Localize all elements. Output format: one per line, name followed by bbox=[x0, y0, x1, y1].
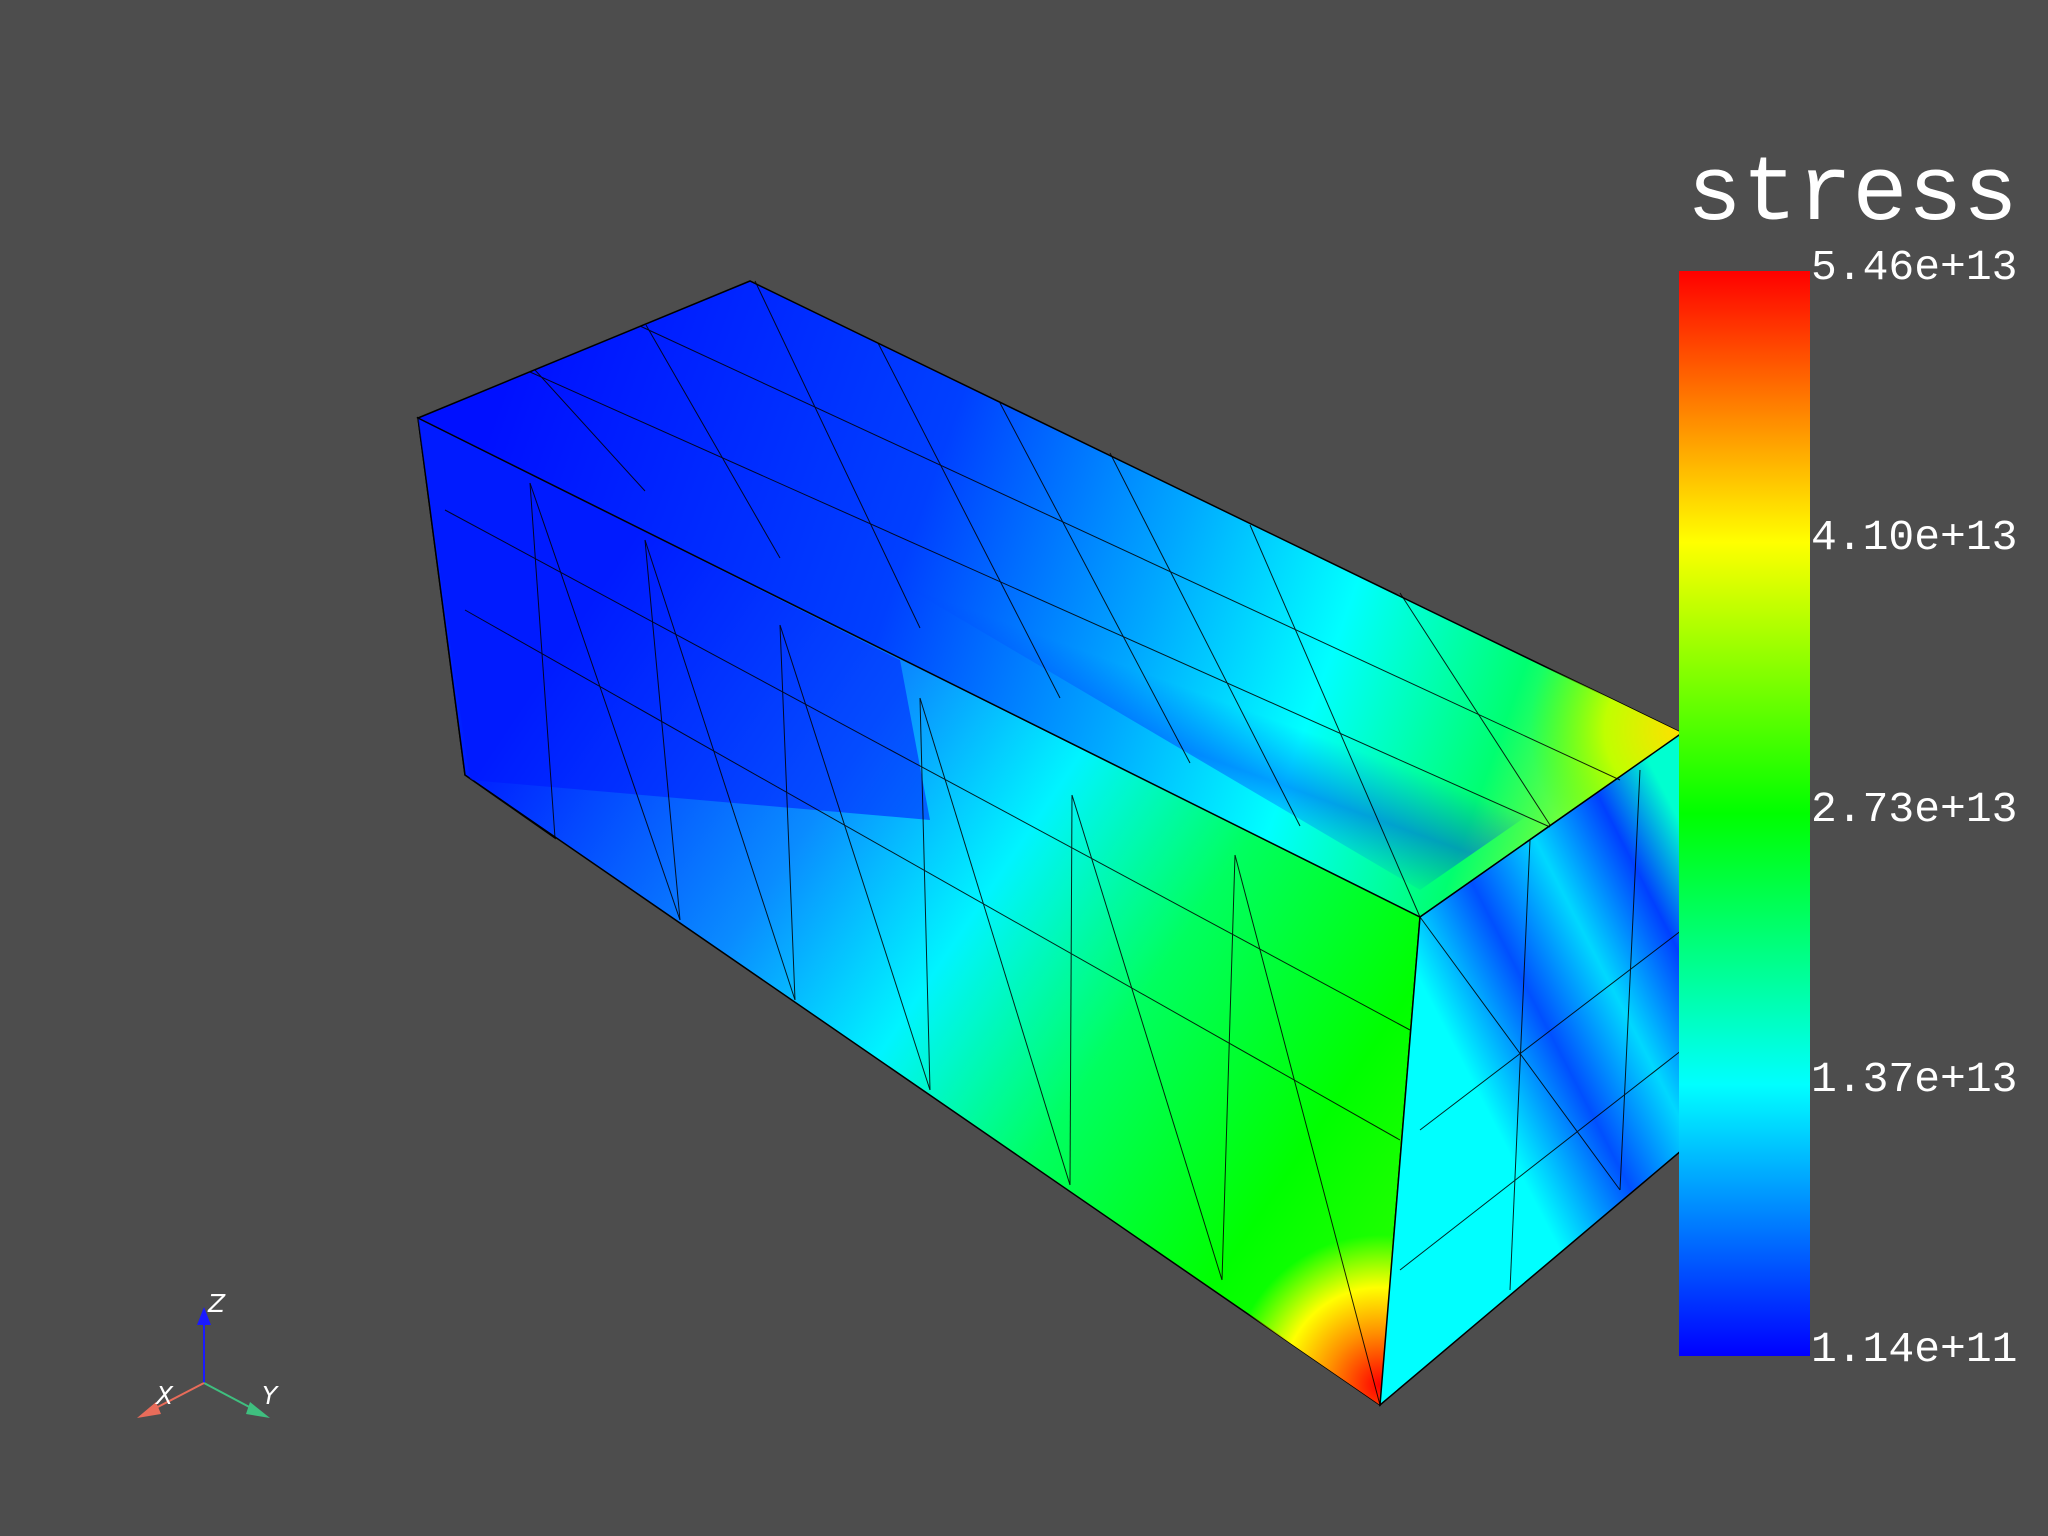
orientation-axes-widget[interactable]: Z Y X bbox=[137, 1289, 279, 1418]
z-axis-label: Z bbox=[207, 1289, 226, 1318]
scalar-bar-label-4: 1.37e+13 bbox=[1811, 1055, 2018, 1104]
scalar-bar-label-min: 1.14e+11 bbox=[1811, 1325, 2018, 1374]
scalar-bar-title: stress bbox=[1686, 142, 2018, 247]
y-axis-label: Y bbox=[262, 1381, 279, 1410]
scalar-bar-gradient bbox=[1679, 271, 1810, 1356]
scalar-bar-label-2: 4.10e+13 bbox=[1811, 513, 2018, 562]
scalar-bar-label-3: 2.73e+13 bbox=[1811, 785, 2018, 834]
scalar-bar-label-max: 5.46e+13 bbox=[1811, 243, 2018, 292]
x-axis-label: X bbox=[154, 1381, 174, 1410]
stress-mesh[interactable] bbox=[416, 280, 1800, 1450]
